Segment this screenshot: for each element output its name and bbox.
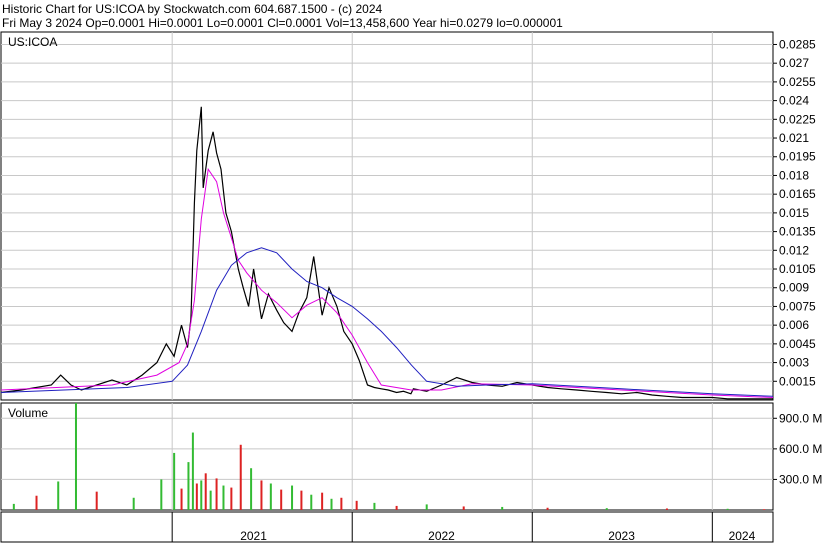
volume-bar bbox=[605, 508, 608, 510]
volume-bar bbox=[160, 479, 163, 510]
volume-bar bbox=[546, 507, 549, 510]
volume-bar bbox=[191, 432, 194, 510]
volume-bar bbox=[200, 480, 203, 510]
volume-bar bbox=[665, 508, 668, 510]
price-panel bbox=[0, 31, 774, 401]
volume-axis: 900.0 M 600.0 M 300.0 M bbox=[773, 411, 822, 486]
volume-bar bbox=[280, 489, 283, 510]
volume-bar bbox=[187, 462, 190, 510]
price-tick-label: 0.018 bbox=[779, 168, 809, 182]
volume-bar bbox=[373, 502, 376, 510]
volume-bar bbox=[74, 403, 77, 510]
volume-bar bbox=[239, 444, 242, 510]
date-axis bbox=[0, 511, 774, 543]
volume-tick-label: 900.0 M bbox=[779, 411, 822, 425]
price-tick-label: 0.024 bbox=[779, 94, 809, 108]
stock-chart: 0.0285 0.027 0.0255 0.024 0.0225 0.021 0.0195 0… bbox=[0, 31, 822, 543]
volume-bar bbox=[195, 483, 198, 510]
volume-bar bbox=[300, 490, 303, 510]
volume-bar bbox=[726, 508, 729, 510]
price-tick-label: 0.012 bbox=[779, 243, 809, 257]
volume-panel bbox=[0, 402, 774, 511]
volume-bar bbox=[330, 498, 333, 510]
price-tick-label: 0.0135 bbox=[779, 225, 816, 239]
price-tick-label: 0.009 bbox=[779, 281, 809, 295]
price-tick-label: 0.0285 bbox=[779, 37, 816, 51]
price-tick-label: 0.015 bbox=[779, 206, 809, 220]
year-label: 2022 bbox=[428, 529, 455, 543]
volume-bar bbox=[321, 492, 324, 510]
volume-bar bbox=[462, 506, 465, 510]
volume-bar bbox=[763, 509, 766, 510]
price-tick-label: 0.0015 bbox=[779, 374, 816, 388]
volume-bar bbox=[269, 483, 272, 510]
volume-bar bbox=[250, 468, 253, 510]
price-tick-label: 0.021 bbox=[779, 131, 809, 145]
price-axis: 0.0285 0.027 0.0255 0.024 0.0225 0.021 0.0195 0… bbox=[773, 37, 816, 388]
price-panel-title: US:ICOA bbox=[8, 35, 57, 49]
volume-bar bbox=[132, 497, 135, 510]
volume-bar bbox=[355, 500, 358, 510]
volume-bar bbox=[291, 485, 294, 510]
volume-tick-label: 300.0 M bbox=[779, 472, 822, 486]
volume-bar bbox=[215, 478, 218, 510]
price-tick-label: 0.0225 bbox=[779, 112, 816, 126]
volume-bar bbox=[95, 491, 98, 510]
price-tick-label: 0.006 bbox=[779, 318, 809, 332]
volume-bar bbox=[35, 495, 38, 510]
volume-bar bbox=[501, 506, 504, 510]
year-label: 2023 bbox=[608, 529, 635, 543]
year-label: 2024 bbox=[729, 529, 756, 543]
volume-tick-label: 600.0 M bbox=[779, 442, 822, 456]
price-tick-label: 0.0075 bbox=[779, 299, 816, 313]
volume-bar bbox=[222, 485, 225, 510]
price-tick-label: 0.0165 bbox=[779, 187, 816, 201]
volume-bar bbox=[230, 487, 233, 510]
volume-bar bbox=[260, 480, 263, 510]
price-tick-label: 0.0255 bbox=[779, 75, 816, 89]
price-tick-label: 0.027 bbox=[779, 56, 809, 70]
price-tick-label: 0.0195 bbox=[779, 150, 816, 164]
year-label: 2021 bbox=[240, 529, 267, 543]
volume-bar bbox=[204, 473, 207, 510]
volume-bar bbox=[12, 503, 15, 510]
volume-bar bbox=[340, 497, 343, 510]
price-tick-label: 0.0105 bbox=[779, 262, 816, 276]
volume-bar bbox=[425, 504, 428, 510]
volume-bar bbox=[180, 488, 183, 510]
volume-bar bbox=[310, 494, 313, 510]
price-tick-label: 0.003 bbox=[779, 356, 809, 370]
price-tick-label: 0.0045 bbox=[779, 337, 816, 351]
volume-bar bbox=[57, 481, 60, 510]
volume-bar bbox=[173, 452, 176, 510]
volume-panel-title: Volume bbox=[8, 406, 48, 420]
volume-bar bbox=[395, 505, 398, 510]
volume-bar bbox=[209, 490, 212, 510]
